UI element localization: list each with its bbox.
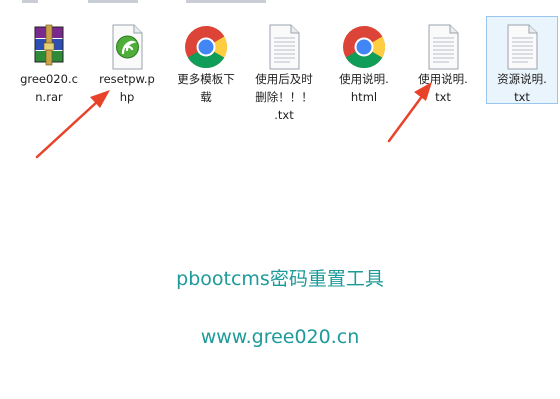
tool-title: pbootcms密码重置工具 xyxy=(176,268,384,290)
arrow-to-resetpw xyxy=(35,90,110,159)
arrow-to-readme-txt xyxy=(387,82,432,143)
website-url: www.gree020.cn xyxy=(200,326,360,348)
